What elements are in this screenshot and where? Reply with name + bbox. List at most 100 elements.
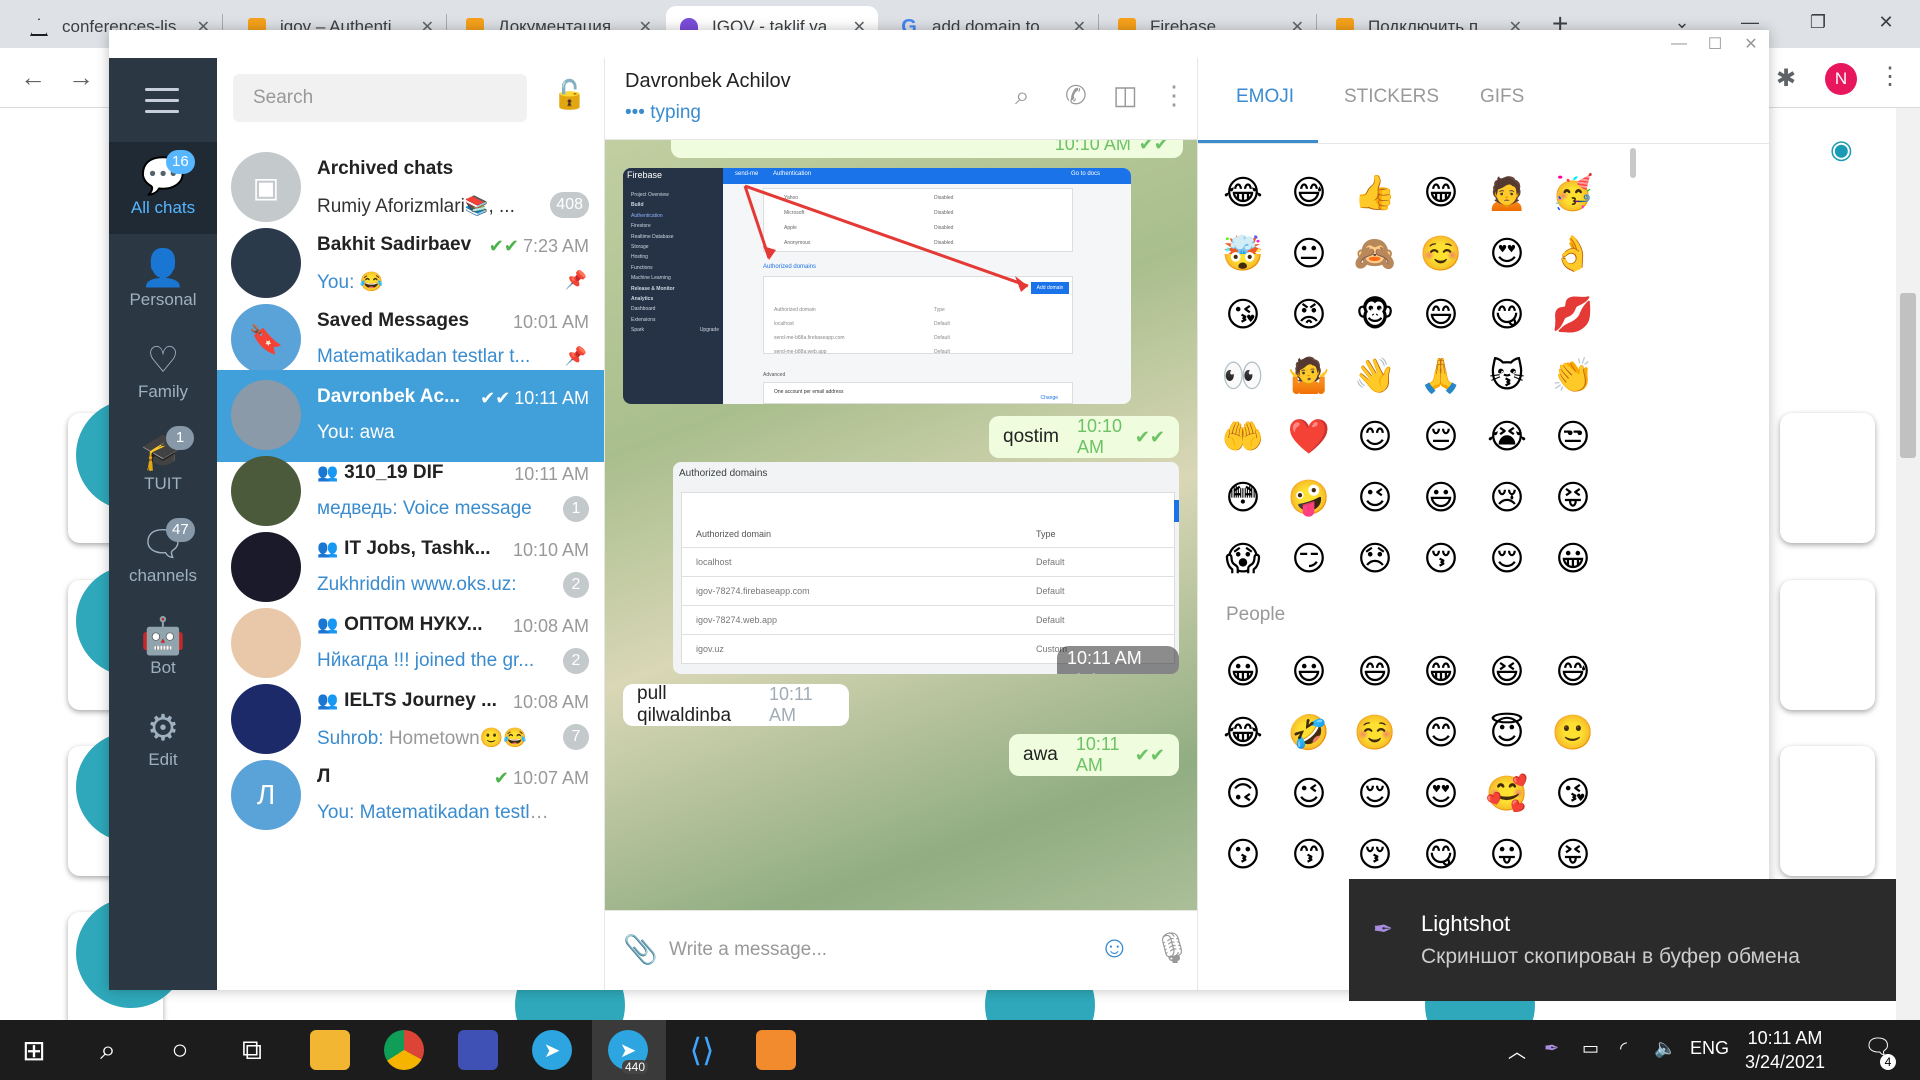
emoji-button[interactable]: 😊 xyxy=(1342,417,1408,457)
emoji-button[interactable]: 😢 xyxy=(1474,478,1540,518)
emoji-button[interactable]: 😇 xyxy=(1474,713,1540,753)
chat-item-l[interactable]: Л Л ✔ 10:07 AM You: Matematikadan testlar… xyxy=(217,750,604,842)
emoji-button[interactable]: 😊 xyxy=(1408,713,1474,753)
message-bubble-outgoing[interactable]: awa 10:11 AM ✔✔ xyxy=(1009,734,1179,776)
emoji-button[interactable]: 😳 xyxy=(1210,478,1276,518)
emoji-button[interactable]: ☺️ xyxy=(1342,713,1408,753)
emoji-button[interactable]: 😗 xyxy=(1210,835,1276,875)
chrome-icon[interactable] xyxy=(384,1030,424,1070)
emoji-button[interactable]: 😍 xyxy=(1474,234,1540,274)
restore-icon[interactable]: ❐ xyxy=(1784,0,1852,44)
close-window-icon[interactable]: ✕ xyxy=(1852,0,1920,44)
folder-bot[interactable]: 🤖 Bot xyxy=(109,602,217,694)
lock-icon[interactable]: 🔓 xyxy=(552,78,587,111)
emoji-button[interactable]: 😽 xyxy=(1474,356,1540,396)
folder-personal[interactable]: 👤 Personal xyxy=(109,234,217,326)
floppy-app-icon[interactable] xyxy=(458,1030,498,1070)
emoji-button[interactable]: 👋 xyxy=(1342,356,1408,396)
emoji-button[interactable]: 👍 xyxy=(1342,173,1408,213)
page-scrollbar[interactable] xyxy=(1896,108,1920,1020)
forward-icon[interactable]: → xyxy=(68,62,94,93)
battery-icon[interactable]: ▭ xyxy=(1582,1038,1599,1059)
emoji-button[interactable]: 😐 xyxy=(1276,234,1342,274)
emoji-button[interactable]: 🤣 xyxy=(1276,713,1342,753)
system-clock[interactable]: 10:11 AM 3/24/2021 xyxy=(1730,1026,1840,1074)
browser-menu-icon[interactable]: ⋮ xyxy=(1878,62,1902,91)
emoji-icon[interactable]: ☺ xyxy=(1099,931,1130,965)
folder-family[interactable]: ♡ Family xyxy=(109,326,217,418)
emoji-button[interactable]: 😅 xyxy=(1276,173,1342,213)
emoji-button[interactable]: 😅 xyxy=(1540,652,1606,692)
emoji-button[interactable]: 🤪 xyxy=(1276,478,1342,518)
emoji-button[interactable]: 😙 xyxy=(1276,835,1342,875)
message-input[interactable]: Write a message... xyxy=(669,939,827,961)
language-indicator[interactable]: ENG xyxy=(1690,1038,1729,1059)
attach-icon[interactable]: 📎 xyxy=(623,933,658,966)
emoji-button[interactable]: 😁 xyxy=(1408,173,1474,213)
emoji-button[interactable]: 🙈 xyxy=(1342,234,1408,274)
emoji-button[interactable]: 😆 xyxy=(1474,652,1540,692)
folder-tuit[interactable]: 🎓 1 TUIT xyxy=(109,418,217,510)
search-icon[interactable]: ⌕ xyxy=(1015,80,1030,112)
emoji-button[interactable]: 😒 xyxy=(1540,417,1606,457)
menu-icon[interactable] xyxy=(145,88,179,121)
tray-chevron-icon[interactable]: ︿ xyxy=(1508,1038,1526,1064)
message-bubble-incoming[interactable]: pull qilwaldinba 10:11 AM xyxy=(623,683,849,726)
task-view-icon[interactable]: ⧉ xyxy=(232,1030,272,1070)
emoji-button[interactable]: 😝 xyxy=(1540,835,1606,875)
phone-icon[interactable]: ✆ xyxy=(1065,80,1087,111)
emoji-button[interactable]: 😁 xyxy=(1408,652,1474,692)
screenshot-image-authorized-domains[interactable]: Authorized domains Authorized domain Type… xyxy=(673,462,1179,674)
emoji-button[interactable]: 😃 xyxy=(1408,478,1474,518)
more-icon[interactable]: ⋮ xyxy=(1161,80,1187,111)
message-bubble-outgoing[interactable]: qostim 10:10 AM ✔✔ xyxy=(989,416,1179,458)
emoji-button[interactable]: 😌 xyxy=(1342,774,1408,814)
close-icon[interactable]: ✕ xyxy=(1733,30,1769,58)
emoji-button[interactable]: 🙏 xyxy=(1408,356,1474,396)
emoji-button[interactable]: 😞 xyxy=(1342,539,1408,579)
emoji-button[interactable]: 👌 xyxy=(1540,234,1606,274)
cortana-icon[interactable]: ○ xyxy=(160,1030,200,1070)
minimize-icon[interactable]: — xyxy=(1661,30,1697,58)
eye-icon[interactable]: ◉ xyxy=(1830,134,1853,165)
telegram-icon[interactable]: ➤ xyxy=(532,1030,572,1070)
emoji-button[interactable]: 🐵 xyxy=(1342,295,1408,335)
tab-stickers[interactable]: STICKERS xyxy=(1344,86,1439,108)
sidebar-toggle-icon[interactable]: ◫ xyxy=(1113,80,1138,111)
emoji-button[interactable]: 😄 xyxy=(1408,295,1474,335)
pdf-app-icon[interactable] xyxy=(756,1030,796,1070)
folder-edit[interactable]: ⚙ Edit xyxy=(109,694,217,786)
search-icon[interactable]: ⌕ xyxy=(88,1030,128,1070)
screenshot-image-firebase[interactable]: Firebase send-me Authentication Go to do… xyxy=(623,168,1131,404)
emoji-button[interactable]: 😡 xyxy=(1276,295,1342,335)
emoji-button[interactable]: 🙃 xyxy=(1210,774,1276,814)
scrollbar-thumb[interactable] xyxy=(1900,293,1916,458)
file-explorer-icon[interactable] xyxy=(310,1030,350,1070)
emoji-button[interactable]: 😘 xyxy=(1540,774,1606,814)
emoji-button[interactable]: 👏 xyxy=(1540,356,1606,396)
emoji-button[interactable]: 😀 xyxy=(1210,652,1276,692)
emoji-button[interactable]: 😍 xyxy=(1408,774,1474,814)
extensions-icon[interactable]: ✱ xyxy=(1776,64,1796,93)
emoji-button[interactable]: 🤯 xyxy=(1210,234,1276,274)
emoji-button[interactable]: 😛 xyxy=(1474,835,1540,875)
back-icon[interactable]: ← xyxy=(20,62,46,93)
emoji-button[interactable]: 🥰 xyxy=(1474,774,1540,814)
emoji-button[interactable]: 😃 xyxy=(1276,652,1342,692)
emoji-button[interactable]: 😚 xyxy=(1342,835,1408,875)
emoji-button[interactable]: 😱 xyxy=(1210,539,1276,579)
emoji-button[interactable]: 😋 xyxy=(1474,295,1540,335)
emoji-button[interactable]: 😉 xyxy=(1276,774,1342,814)
folder-channels[interactable]: 🗨 47 channels xyxy=(109,510,217,602)
tab-emoji[interactable]: EMOJI xyxy=(1236,86,1294,108)
volume-icon[interactable]: 🔈 xyxy=(1654,1038,1676,1059)
emoji-button[interactable]: 🙍 xyxy=(1474,173,1540,213)
emoji-button[interactable]: 💋 xyxy=(1540,295,1606,335)
emoji-button[interactable]: 😄 xyxy=(1342,652,1408,692)
emoji-button[interactable]: 😘 xyxy=(1210,295,1276,335)
lightshot-tray-icon[interactable]: ✒ xyxy=(1544,1038,1559,1059)
emoji-button[interactable]: ❤️ xyxy=(1276,417,1342,457)
folder-all-chats[interactable]: 💬 16 All chats xyxy=(109,142,217,234)
emoji-button[interactable]: 🙂 xyxy=(1540,713,1606,753)
emoji-button[interactable]: 😂 xyxy=(1210,173,1276,213)
